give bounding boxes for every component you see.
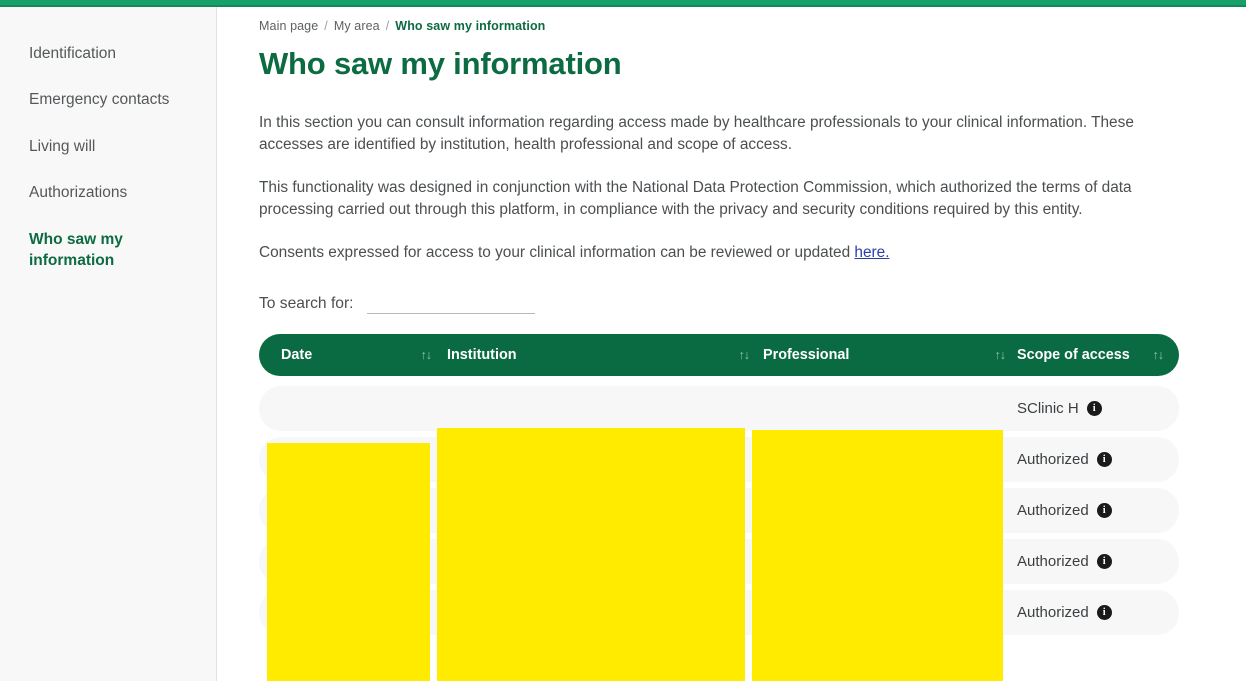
sidebar: Identification Emergency contacts Living… xyxy=(0,7,217,681)
search-input[interactable] xyxy=(367,291,536,314)
table-header-professional-label: Professional xyxy=(763,346,850,363)
table-header-date[interactable]: Date ↑↓ xyxy=(259,347,447,363)
sort-toggle-icon[interactable]: ↑↓ xyxy=(1153,348,1164,362)
table-header-row: Date ↑↓ Institution ↑↓ Professional ↑↓ S… xyxy=(259,333,1179,376)
consents-here-link[interactable]: here. xyxy=(854,244,889,261)
intro-paragraph-1: In this section you can consult informat… xyxy=(259,114,1134,154)
page-title: Who saw my information xyxy=(259,46,622,81)
info-icon[interactable]: i xyxy=(1096,502,1112,518)
table-header-institution-label: Institution xyxy=(447,346,517,363)
breadcrumb-item-main-page[interactable]: Main page xyxy=(259,19,318,33)
breadcrumb-separator: / xyxy=(385,19,390,33)
breadcrumb-item-my-area[interactable]: My area xyxy=(334,19,380,33)
search-row: To search for: xyxy=(259,288,1246,314)
sidebar-item-authorizations[interactable]: Authorizations xyxy=(0,182,216,203)
table-header-institution[interactable]: Institution ↑↓ xyxy=(447,347,763,363)
sort-toggle-icon[interactable]: ↑↓ xyxy=(421,348,432,362)
cell-scope-of-access: Authorized i xyxy=(1017,451,1179,468)
cell-scope-of-access: Authorized i xyxy=(1017,502,1179,519)
scope-value: Authorized xyxy=(1017,501,1089,519)
table-header-scope-of-access[interactable]: Scope of access ↑↓ xyxy=(1017,347,1179,363)
scope-value: SClinic H xyxy=(1017,399,1079,417)
table-header-scope-label: Scope of access xyxy=(1017,346,1130,363)
table-header-date-label: Date xyxy=(281,346,313,363)
breadcrumb: Main page / My area / Who saw my information xyxy=(259,19,1246,33)
sidebar-item-identification[interactable]: Identification xyxy=(0,43,216,64)
sidebar-item-emergency-contacts[interactable]: Emergency contacts xyxy=(0,89,216,110)
scope-value: Authorized xyxy=(1017,603,1089,621)
breadcrumb-separator: / xyxy=(324,19,328,33)
intro-paragraph-2: This functionality was designed in conju… xyxy=(259,178,1132,218)
consents-paragraph-text: Consents expressed for access to your cl… xyxy=(259,243,855,261)
info-icon[interactable]: i xyxy=(1096,553,1112,569)
sidebar-item-living-will[interactable]: Living will xyxy=(0,136,216,157)
cell-scope-of-access: Authorized i xyxy=(1017,604,1179,621)
institution-column-redaction xyxy=(437,428,745,681)
info-icon[interactable]: i xyxy=(1096,604,1112,620)
info-icon[interactable]: i xyxy=(1096,451,1112,467)
scope-value: Authorized xyxy=(1017,450,1089,468)
info-icon[interactable]: i xyxy=(1086,400,1102,416)
sort-toggle-icon[interactable]: ↑↓ xyxy=(995,348,1006,362)
sidebar-item-who-saw-my-information[interactable]: Who saw my information xyxy=(0,229,165,272)
professional-column-redaction xyxy=(752,430,1003,681)
date-column-redaction xyxy=(267,443,430,681)
consents-paragraph: Consents expressed for access to your cl… xyxy=(259,242,1184,264)
table-header-professional[interactable]: Professional ↑↓ xyxy=(763,347,1017,363)
cell-scope-of-access: Authorized i xyxy=(1017,553,1179,570)
scope-value: Authorized xyxy=(1017,552,1089,570)
table-row[interactable]: SClinic H i xyxy=(259,385,1179,431)
breadcrumb-item-current: Who saw my information xyxy=(395,19,546,33)
sort-toggle-icon[interactable]: ↑↓ xyxy=(739,348,750,362)
cell-scope-of-access: SClinic H i xyxy=(1017,400,1179,417)
search-label: To search for: xyxy=(259,294,354,312)
